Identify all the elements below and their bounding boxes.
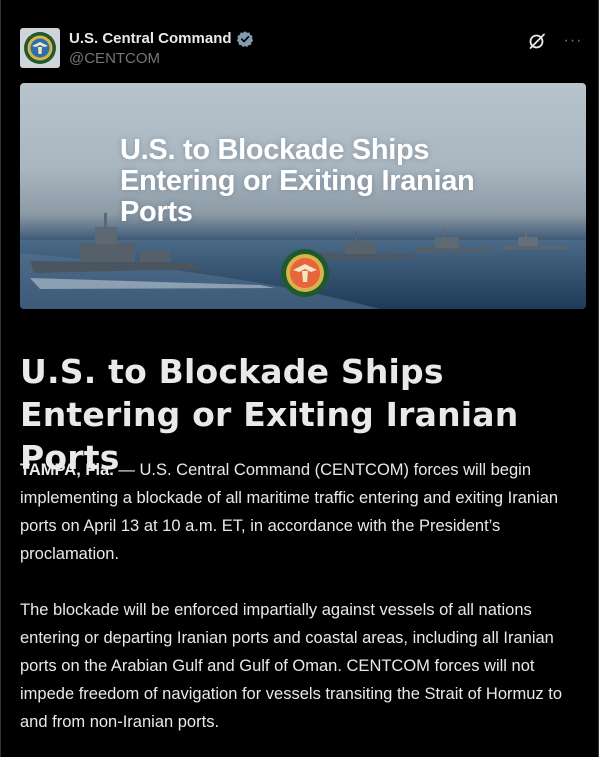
post-actions: ··· — [526, 30, 584, 52]
centcom-seal-icon — [24, 32, 56, 64]
avatar[interactable] — [20, 28, 60, 68]
account-names: U.S. Central Command @CENTCOM — [69, 30, 254, 69]
more-options-icon[interactable]: ··· — [562, 30, 584, 52]
grok-icon — [529, 33, 545, 49]
grok-button[interactable] — [526, 30, 548, 52]
article-paragraph-2: The blockade will be enforced impartiall… — [20, 601, 563, 731]
post-card: U.S. Central Command @CENTCOM ··· U.S. t… — [0, 0, 599, 757]
media-image[interactable]: U.S. to Blockade Ships Entering or Exiti… — [20, 83, 586, 309]
account-handle[interactable]: @CENTCOM — [69, 49, 254, 69]
verified-badge-icon — [236, 31, 253, 48]
media-title: U.S. to Blockade Ships Entering or Exiti… — [120, 134, 475, 228]
centcom-seal-icon — [281, 249, 329, 297]
display-name[interactable]: U.S. Central Command — [69, 30, 254, 48]
article-paragraph-1: TAMPA, Fla. — U.S. Central Command (CENT… — [20, 456, 586, 568]
post-header: U.S. Central Command @CENTCOM ··· — [20, 28, 584, 72]
article-dateline: TAMPA, Fla. — [20, 461, 114, 479]
display-name-text: U.S. Central Command — [69, 30, 232, 47]
